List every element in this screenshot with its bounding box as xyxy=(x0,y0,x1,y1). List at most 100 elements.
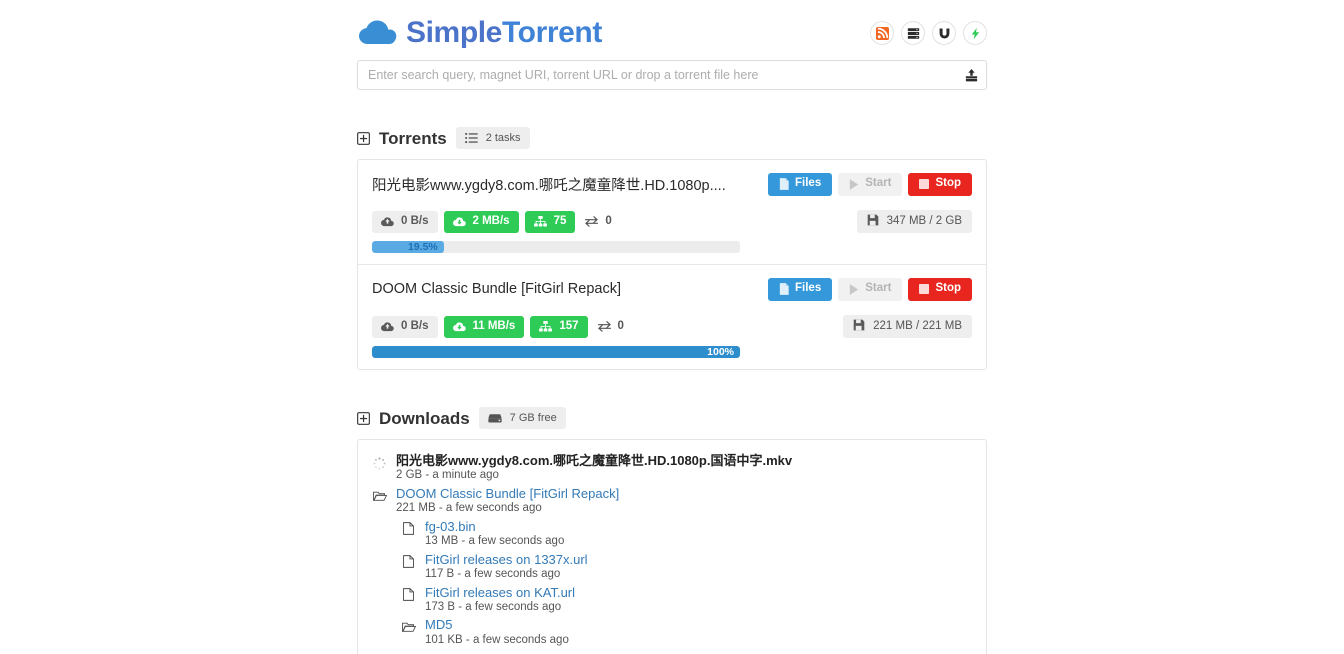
upload-rate-badge: 0 B/s xyxy=(372,210,438,233)
app-root: SimpleTorrent Enter search query, magnet… xyxy=(0,0,1344,654)
download-item[interactable]: 阳光电影www.ygdy8.com.哪吒之魔童降世.HD.1080p.国语中字.… xyxy=(372,453,972,483)
torrent-size-value: 347 MB / 2 GB xyxy=(886,214,962,227)
search-input[interactable] xyxy=(357,60,987,90)
cloud-download-icon-glyph xyxy=(452,216,466,226)
file-icon xyxy=(401,554,416,570)
download-item-body: FitGirl releases on 1337x.url 117 B - a … xyxy=(425,552,588,582)
rss-icon-button[interactable] xyxy=(870,21,894,45)
downloads-list: 阳光电影www.ygdy8.com.哪吒之魔童降世.HD.1080p.国语中字.… xyxy=(358,440,986,654)
download-item[interactable]: fg-03.bin 13 MB - a few seconds ago xyxy=(372,519,972,549)
download-item-meta: 117 B - a few seconds ago xyxy=(425,568,561,580)
download-item-name[interactable]: DOOM Classic Bundle [FitGirl Repack] xyxy=(396,486,619,501)
cloud-upload-icon-glyph xyxy=(381,216,394,226)
download-item[interactable]: DOOM Classic Bundle [FitGirl Repack] 221… xyxy=(372,486,972,516)
folder-open-icon-glyph xyxy=(372,491,387,501)
upload-icon[interactable] xyxy=(963,67,979,83)
rss-icon xyxy=(875,26,889,40)
plus-square-icon-glyph xyxy=(357,411,370,425)
torrent-header: 阳光电影www.ygdy8.com.哪吒之魔童降世.HD.1080p.... F… xyxy=(372,172,972,196)
download-rate-badge: 11 MB/s xyxy=(443,315,525,338)
stop-icon xyxy=(919,284,930,294)
folder-open-icon-glyph xyxy=(401,623,416,633)
download-item[interactable]: FitGirl releases on KAT.url 173 B - a fe… xyxy=(372,585,972,615)
download-item-body: 阳光电影www.ygdy8.com.哪吒之魔童降世.HD.1080p.国语中字.… xyxy=(396,453,792,483)
save-icon xyxy=(867,214,879,230)
cloud-upload-icon xyxy=(381,321,394,332)
swarm-value: 0 xyxy=(617,319,624,332)
sitemap-icon xyxy=(533,216,547,227)
progress-bar-label: 100% xyxy=(707,346,734,358)
start-button[interactable]: Start xyxy=(838,277,903,301)
plus-square-icon[interactable] xyxy=(357,411,370,425)
torrent-name: DOOM Classic Bundle [FitGirl Repack] xyxy=(372,281,621,297)
save-icon xyxy=(853,319,865,335)
hdd-icon xyxy=(488,413,502,423)
download-item[interactable]: FitGirl releases on 1337x.url 117 B - a … xyxy=(372,552,972,582)
file-icon xyxy=(401,521,416,537)
exchange-icon xyxy=(597,321,611,332)
download-item[interactable]: MD5 101 KB - a few seconds ago xyxy=(372,617,972,647)
peers-badge: 157 xyxy=(530,315,588,338)
server-icon-button[interactable] xyxy=(901,21,925,45)
torrents-section-header: Torrents 2 tasks xyxy=(357,127,987,149)
stop-button[interactable]: Stop xyxy=(908,277,972,301)
play-icon xyxy=(850,283,859,295)
server-icon xyxy=(907,27,919,39)
spinner-icon-glyph xyxy=(373,456,386,469)
torrent-stat-group: 0 B/s 2 MB/s 75 0 xyxy=(372,210,621,233)
plus-square-icon[interactable] xyxy=(357,131,370,145)
upload-rate-value: 0 B/s xyxy=(401,319,429,332)
torrents-task-badge-label: 2 tasks xyxy=(485,131,521,144)
app-header: SimpleTorrent xyxy=(357,10,987,56)
save-icon-glyph xyxy=(853,319,865,331)
progress-bar-fill: 100% xyxy=(372,346,740,358)
torrents-task-badge[interactable]: 2 tasks xyxy=(455,127,530,149)
file-icon-glyph xyxy=(403,555,414,568)
file-icon-glyph xyxy=(403,522,414,536)
search-bar xyxy=(357,60,987,90)
cloud-upload-icon-glyph xyxy=(381,321,394,331)
stop-button[interactable]: Stop xyxy=(908,172,972,196)
download-item-body: FitGirl releases on KAT.url 173 B - a fe… xyxy=(425,585,575,615)
torrent-stats: 0 B/s 2 MB/s 75 0 347 MB / 2 GB xyxy=(372,210,972,233)
magnet-icon xyxy=(939,28,949,39)
progress-bar-label: 19.5% xyxy=(407,241,438,253)
magnet-icon-button[interactable] xyxy=(932,21,956,45)
download-item-meta: 173 B - a few seconds ago xyxy=(425,600,562,613)
disk-free-label: 7 GB free xyxy=(509,411,557,424)
sitemap-icon xyxy=(539,321,553,332)
start-button[interactable]: Start xyxy=(838,172,903,196)
torrent-row: 阳光电影www.ygdy8.com.哪吒之魔童降世.HD.1080p.... F… xyxy=(358,160,986,264)
download-item-name[interactable]: FitGirl releases on KAT.url xyxy=(425,585,575,600)
files-button-label: Files xyxy=(795,177,822,190)
download-item-name[interactable]: FitGirl releases on 1337x.url xyxy=(425,552,588,567)
disk-free-badge[interactable]: 7 GB free xyxy=(478,407,566,429)
brand-logo-group[interactable]: SimpleTorrent xyxy=(357,18,602,48)
torrents-panel: 阳光电影www.ygdy8.com.哪吒之魔童降世.HD.1080p.... F… xyxy=(357,159,987,370)
page-container: SimpleTorrent Enter search query, magnet… xyxy=(357,0,987,654)
download-item-meta: 101 KB - a few seconds ago xyxy=(425,633,569,646)
files-button-label: Files xyxy=(795,282,822,295)
swarm-value: 0 xyxy=(605,214,612,227)
brand-title-part1: Simple xyxy=(406,16,502,49)
downloads-panel: 阳光电影www.ygdy8.com.哪吒之魔童降世.HD.1080p.国语中字.… xyxy=(357,439,987,654)
cloud-download-icon-glyph xyxy=(452,321,466,331)
stop-button-label: Stop xyxy=(935,177,961,190)
files-button[interactable]: Files xyxy=(768,172,833,196)
swarm-badge: 0 xyxy=(581,211,620,233)
cloud-download-icon xyxy=(452,216,466,227)
download-item-name[interactable]: MD5 xyxy=(425,617,569,632)
file-icon xyxy=(401,587,416,603)
files-button[interactable]: Files xyxy=(768,277,833,301)
peers-badge: 75 xyxy=(524,210,576,233)
file-icon-glyph xyxy=(403,588,414,601)
bolt-icon xyxy=(971,27,979,39)
download-item-name: 阳光电影www.ygdy8.com.哪吒之魔童降世.HD.1080p.国语中字.… xyxy=(396,453,793,468)
play-icon xyxy=(850,178,859,190)
torrent-actions: Files Start Stop xyxy=(768,172,972,196)
bolt-icon-button[interactable] xyxy=(963,21,987,45)
cloud-upload-icon xyxy=(381,216,394,227)
download-item-name[interactable]: fg-03.bin xyxy=(425,519,564,534)
downloads-title: Downloads xyxy=(379,408,470,428)
download-item-body: DOOM Classic Bundle [FitGirl Repack] 221… xyxy=(396,486,619,516)
